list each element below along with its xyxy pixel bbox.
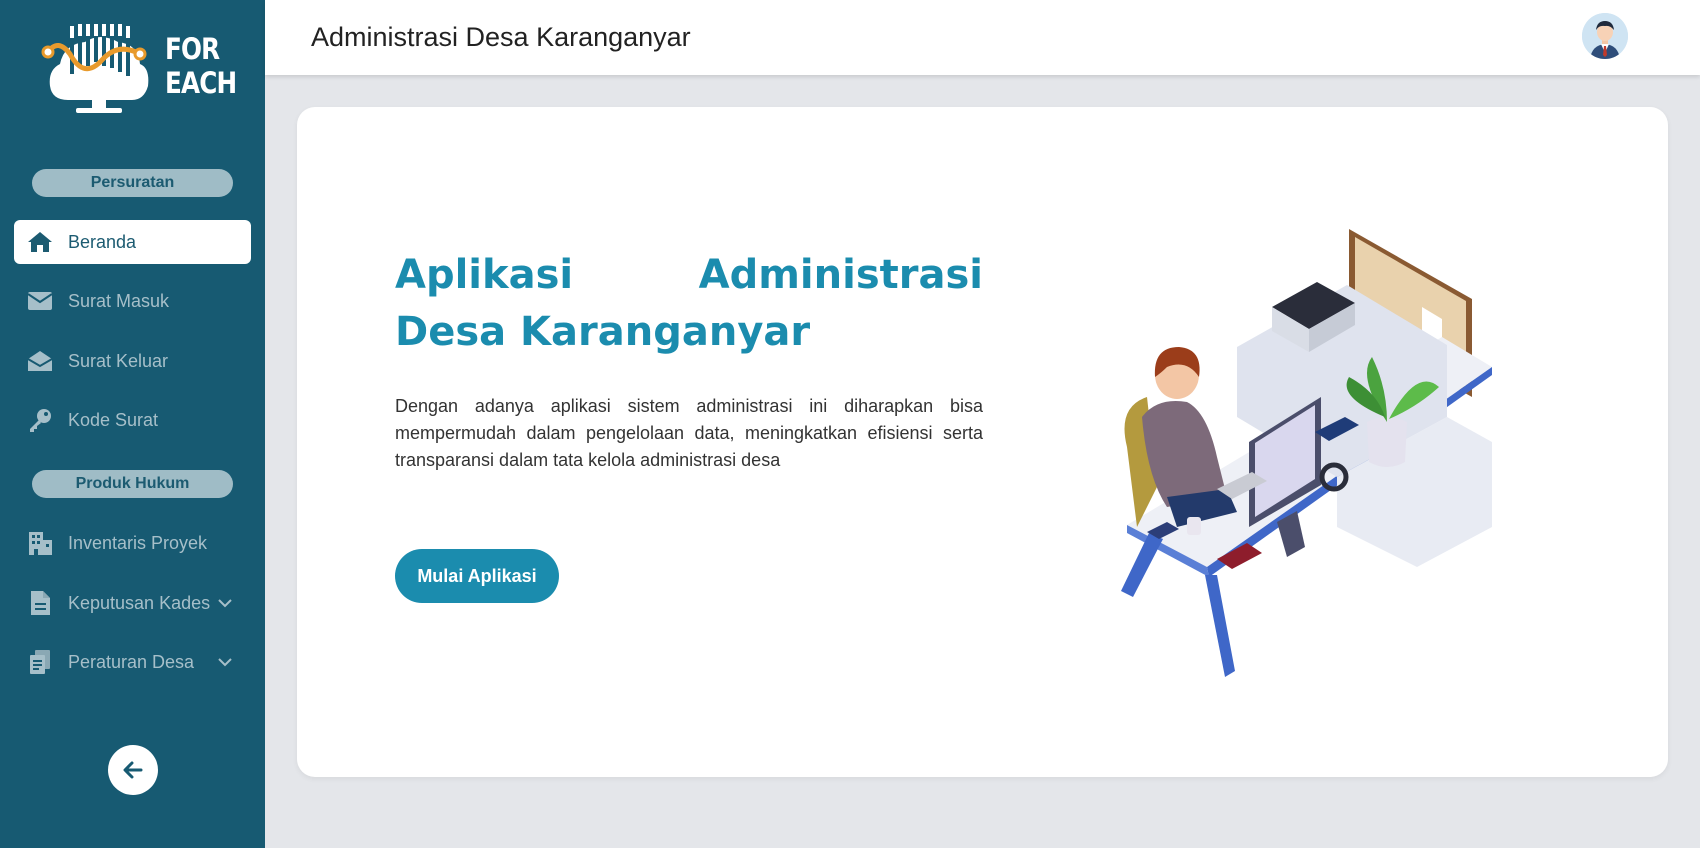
start-app-button[interactable]: Mulai Aplikasi	[395, 549, 559, 603]
arrow-left-icon	[123, 761, 143, 779]
hero-card: Aplikasi Administrasi Desa Karanganyar D…	[297, 107, 1668, 777]
sidebar-item-kode-surat[interactable]: Kode Surat	[14, 398, 251, 442]
sidebar-item-label: Inventaris Proyek	[68, 532, 208, 553]
section-label-persuratan: Persuratan	[32, 169, 233, 197]
logo-mark-icon	[41, 24, 149, 113]
sidebar-item-label: Kode Surat	[68, 409, 159, 430]
section-label-produk-hukum: Produk Hukum	[32, 470, 233, 498]
user-avatar-icon	[1582, 13, 1628, 59]
sidebar-item-surat-masuk[interactable]: Surat Masuk	[14, 279, 251, 323]
app-logo[interactable]: FOR EACH	[40, 24, 237, 116]
sidebar: FOR EACH Persuratan Beranda Surat Masuk …	[0, 0, 265, 848]
sidebar-item-keputusan-kades[interactable]: Keputusan Kades	[14, 581, 251, 625]
building-icon	[26, 529, 54, 557]
logo-text-line1: FOR	[165, 32, 220, 66]
logo-text: FOR EACH	[165, 32, 237, 100]
topbar: Administrasi Desa Karanganyar	[265, 0, 1700, 75]
hero-title: Aplikasi Administrasi Desa Karanganyar	[395, 252, 983, 355]
sidebar-item-peraturan-desa[interactable]: Peraturan Desa	[14, 640, 251, 684]
chevron-down-icon[interactable]	[217, 595, 233, 611]
page-title: Administrasi Desa Karanganyar	[311, 22, 691, 52]
document-icon	[26, 589, 54, 617]
collapse-sidebar-button[interactable]	[108, 745, 158, 795]
office-worker-illustration	[1121, 229, 1492, 677]
sidebar-item-label: Surat Masuk	[68, 290, 170, 311]
key-icon	[26, 406, 54, 434]
documents-icon	[26, 648, 54, 676]
sidebar-item-label: Peraturan Desa	[68, 651, 195, 672]
sidebar-item-label: Surat Keluar	[68, 350, 169, 371]
sidebar-item-label: Beranda	[68, 231, 137, 252]
envelope-open-icon	[26, 347, 54, 375]
sidebar-item-surat-keluar[interactable]: Surat Keluar	[14, 339, 251, 383]
chevron-down-icon[interactable]	[217, 654, 233, 670]
envelope-icon	[26, 287, 54, 315]
logo-text-line2: EACH	[165, 66, 237, 100]
hero-description: Dengan adanya aplikasi sistem administra…	[395, 396, 983, 470]
sidebar-item-inventaris-proyek[interactable]: Inventaris Proyek	[14, 521, 251, 565]
user-avatar[interactable]	[1582, 13, 1628, 59]
home-icon	[26, 228, 54, 256]
sidebar-item-label: Keputusan Kades	[68, 592, 211, 613]
sidebar-item-beranda[interactable]: Beranda	[14, 220, 251, 264]
